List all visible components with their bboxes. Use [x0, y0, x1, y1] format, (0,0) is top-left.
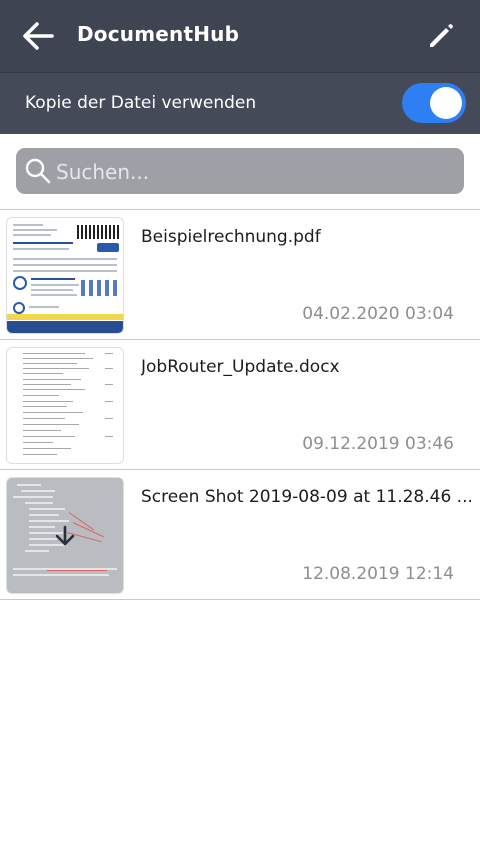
pencil-icon[interactable] [423, 18, 459, 54]
toggle-knob [430, 87, 462, 119]
pdf-thumbnail [6, 217, 124, 334]
file-name: Beispielrechnung.pdf [141, 227, 321, 247]
arrow-left-icon[interactable] [18, 16, 58, 56]
file-list: Beispielrechnung.pdf 04.02.2020 03:04 Jo… [0, 209, 480, 600]
download-icon[interactable] [52, 523, 78, 549]
file-row[interactable]: Screen Shot 2019-08-09 at 11.28.46 ... 1… [0, 469, 480, 600]
search-bar[interactable] [16, 148, 464, 194]
app-header: DocumentHub [0, 0, 480, 72]
file-date: 12.08.2019 12:14 [302, 564, 454, 584]
file-date: 04.02.2020 03:04 [302, 304, 454, 324]
copy-file-toggle[interactable] [402, 83, 466, 123]
copy-file-label: Kopie der Datei verwenden [25, 93, 257, 113]
file-row[interactable]: JobRouter_Update.docx 09.12.2019 03:46 [0, 339, 480, 469]
file-row[interactable]: Beispielrechnung.pdf 04.02.2020 03:04 [0, 209, 480, 339]
docx-thumbnail [6, 347, 124, 464]
search-icon [25, 158, 51, 184]
app-title: DocumentHub [77, 22, 240, 46]
search-input[interactable] [54, 155, 448, 189]
file-name: Screen Shot 2019-08-09 at 11.28.46 ... [141, 487, 471, 507]
file-name: JobRouter_Update.docx [141, 357, 340, 377]
screenshot-thumbnail [6, 477, 124, 594]
file-date: 09.12.2019 03:46 [302, 434, 454, 454]
